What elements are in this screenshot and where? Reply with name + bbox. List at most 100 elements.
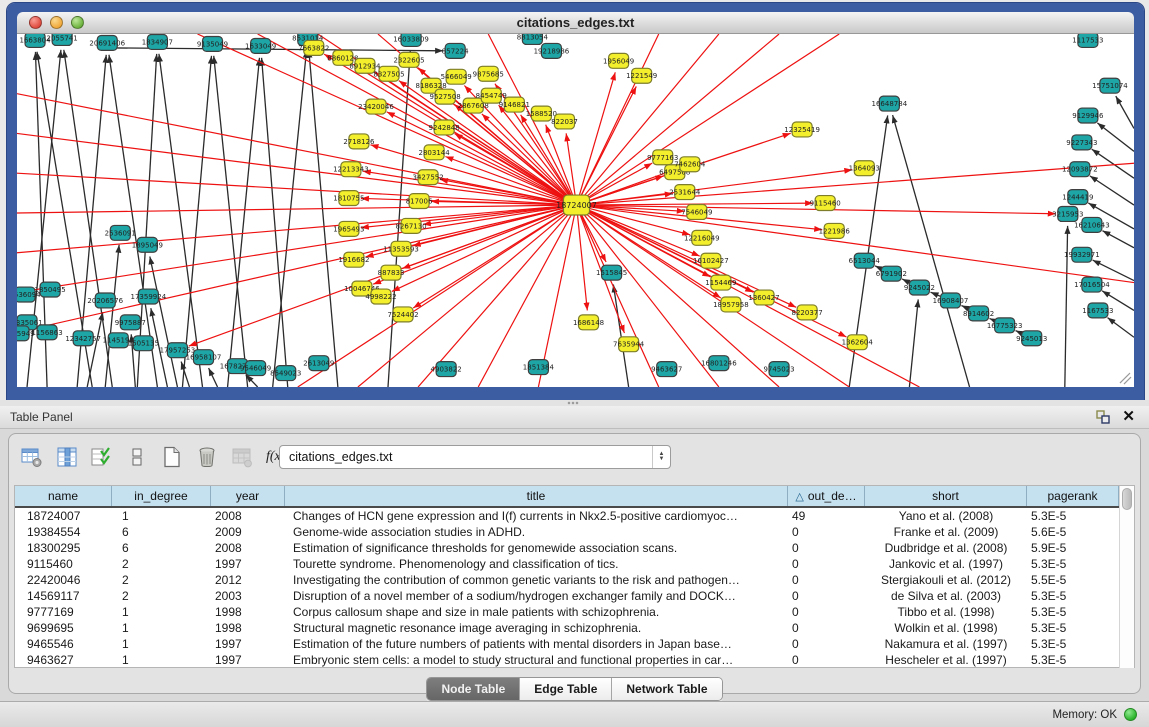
new-table-button[interactable] bbox=[159, 444, 185, 470]
column-header-out_de[interactable]: △out_de… bbox=[788, 486, 865, 506]
graph-node-label: 8549023 bbox=[270, 370, 301, 378]
graph-node-label: 1956049 bbox=[603, 57, 634, 65]
table-panel-container: f(x) citations_edges.txt ▲▼ namein_degre… bbox=[8, 433, 1141, 694]
scrollbar-thumb[interactable] bbox=[1122, 488, 1132, 510]
graph-node-label: 8327505 bbox=[373, 70, 404, 78]
graph-node-label: 2803144 bbox=[419, 149, 451, 157]
table-row[interactable]: 1456911722003Disruption of a novel membe… bbox=[15, 588, 1119, 604]
close-panel-icon[interactable]: ✕ bbox=[1122, 410, 1135, 424]
graph-node-label: 857224 bbox=[442, 47, 469, 55]
table-cell: Estimation of the future numbers of pati… bbox=[285, 636, 788, 652]
column-header-year[interactable]: year bbox=[211, 486, 285, 506]
network-canvas[interactable]: 1872400716638042055741206914061834907913… bbox=[17, 34, 1134, 387]
graph-node-label: 16801246 bbox=[701, 360, 737, 368]
graph-node-label: 1850495 bbox=[35, 286, 66, 294]
graph-node-label: 16210643 bbox=[1074, 221, 1110, 229]
table-row[interactable]: 911546021997Tourette syndrome. Phenomeno… bbox=[15, 556, 1119, 572]
graph-node-label: 9546049 bbox=[240, 365, 271, 373]
table-cell: 0 bbox=[788, 540, 865, 556]
graph-node-label: 6513044 bbox=[849, 257, 881, 265]
table-row[interactable]: 2242004622012Investigating the contribut… bbox=[15, 572, 1119, 588]
table-selector-dropdown[interactable]: citations_edges.txt ▲▼ bbox=[279, 445, 671, 469]
table-cell: 2 bbox=[112, 572, 211, 588]
graph-edge bbox=[1090, 176, 1134, 205]
column-header-pagerank[interactable]: pagerank bbox=[1027, 486, 1119, 506]
table-cell: 9777169 bbox=[15, 604, 112, 620]
table-vertical-scrollbar[interactable] bbox=[1119, 486, 1134, 668]
table-row[interactable]: 969969511998Structural magnetic resonanc… bbox=[15, 620, 1119, 636]
graph-node-label: 16102427 bbox=[693, 257, 729, 265]
graph-edge bbox=[478, 205, 576, 387]
minimize-window-button[interactable] bbox=[50, 16, 63, 29]
graph-edge bbox=[309, 50, 338, 387]
select-rows-button[interactable] bbox=[89, 444, 115, 470]
traffic-lights bbox=[29, 16, 84, 29]
table-settings-button[interactable] bbox=[19, 444, 45, 470]
graph-node-label: 1117533 bbox=[1072, 36, 1103, 44]
table-body: 1872400712008Changes of HCN gene express… bbox=[15, 508, 1119, 668]
graph-node-label: 19218986 bbox=[534, 47, 570, 55]
graph-node-label: 17359924 bbox=[131, 293, 167, 301]
float-panel-icon[interactable] bbox=[1096, 410, 1110, 424]
graph-node-label: 12342757 bbox=[65, 335, 101, 343]
memory-status-label: Memory: OK bbox=[1052, 709, 1117, 721]
graph-node-label: 8860128 bbox=[327, 54, 358, 62]
tab-node-table[interactable]: Node Table bbox=[427, 678, 519, 700]
table-row[interactable]: 1938455462009Genome-wide association stu… bbox=[15, 524, 1119, 540]
graph-node-label: 3427552 bbox=[413, 174, 444, 182]
graph-node-label: 18957958 bbox=[713, 301, 749, 309]
column-select-button[interactable] bbox=[54, 444, 80, 470]
column-header-short[interactable]: short bbox=[865, 486, 1027, 506]
graph-node-label: 1965493 bbox=[333, 225, 364, 233]
table-row[interactable]: 946554611997Estimation of the future num… bbox=[15, 636, 1119, 652]
graph-edge bbox=[1108, 318, 1134, 338]
delete-table-button[interactable] bbox=[194, 444, 220, 470]
graph-edge bbox=[1097, 123, 1134, 151]
merge-rows-button[interactable] bbox=[124, 444, 150, 470]
graph-edge bbox=[17, 205, 577, 332]
column-header-in_degree[interactable]: in_degree bbox=[112, 486, 211, 506]
table-cell: 5.9E-5 bbox=[1027, 540, 1119, 556]
graph-node-label: 7524402 bbox=[387, 311, 418, 319]
zoom-window-button[interactable] bbox=[71, 16, 84, 29]
table-cell: 1 bbox=[112, 508, 211, 524]
graph-node-label: 4998222 bbox=[365, 293, 396, 301]
graph-node-label: 8914602 bbox=[963, 310, 994, 318]
graph-node-label: 7462604 bbox=[674, 161, 706, 169]
column-header-name[interactable]: name bbox=[15, 486, 112, 506]
app-root: { "window": { "title": "citations_edges.… bbox=[0, 0, 1149, 727]
node-table: name in_degreeyeartitle△out_de…shortpager… bbox=[14, 485, 1135, 668]
graph-node-label: 1362604 bbox=[842, 339, 874, 347]
column-header-title[interactable]: title bbox=[285, 486, 788, 506]
table-cell: 5.3E-5 bbox=[1027, 588, 1119, 604]
import-table-button[interactable] bbox=[229, 444, 255, 470]
resize-grip-icon[interactable] bbox=[1120, 373, 1131, 384]
graph-edge bbox=[159, 54, 203, 387]
window-titlebar[interactable]: citations_edges.txt bbox=[17, 12, 1134, 34]
table-row[interactable]: 1830029562008Estimation of significance … bbox=[15, 540, 1119, 556]
graph-node-label: 9527508 bbox=[430, 93, 461, 101]
table-cell: Tourette syndrome. Phenomenology and cla… bbox=[285, 556, 788, 572]
select-rows-icon bbox=[91, 446, 113, 468]
graph-node-label: 9146821 bbox=[499, 101, 530, 109]
table-cell: 1 bbox=[112, 652, 211, 668]
close-window-button[interactable] bbox=[29, 16, 42, 29]
tab-network-table[interactable]: Network Table bbox=[611, 678, 721, 700]
column-header-label: name bbox=[48, 489, 78, 503]
column-select-icon bbox=[56, 446, 78, 468]
sort-ascending-icon: △ bbox=[795, 490, 803, 503]
graph-node-label: 7663822 bbox=[298, 44, 329, 52]
splitter-handle[interactable] bbox=[567, 401, 579, 405]
graph-edge bbox=[1065, 226, 1068, 387]
table-cell: 5.3E-5 bbox=[1027, 636, 1119, 652]
table-cell: Corpus callosum shape and size in male p… bbox=[285, 604, 788, 620]
table-row[interactable]: 946362711997Embryonic stem cells: a mode… bbox=[15, 652, 1119, 668]
status-bar: Memory: OK bbox=[0, 701, 1149, 727]
table-row[interactable]: 1872400712008Changes of HCN gene express… bbox=[15, 508, 1119, 524]
graph-node-label: 1156863 bbox=[31, 329, 62, 337]
tab-edge-table[interactable]: Edge Table bbox=[519, 678, 611, 700]
table-cell: Wolkin et al. (1998) bbox=[865, 620, 1027, 636]
table-row[interactable]: 977716911998Corpus callosum shape and si… bbox=[15, 604, 1119, 620]
graph-node-label: 16908407 bbox=[933, 297, 969, 305]
table-cell: Changes of HCN gene expression and I(f) … bbox=[285, 508, 788, 524]
